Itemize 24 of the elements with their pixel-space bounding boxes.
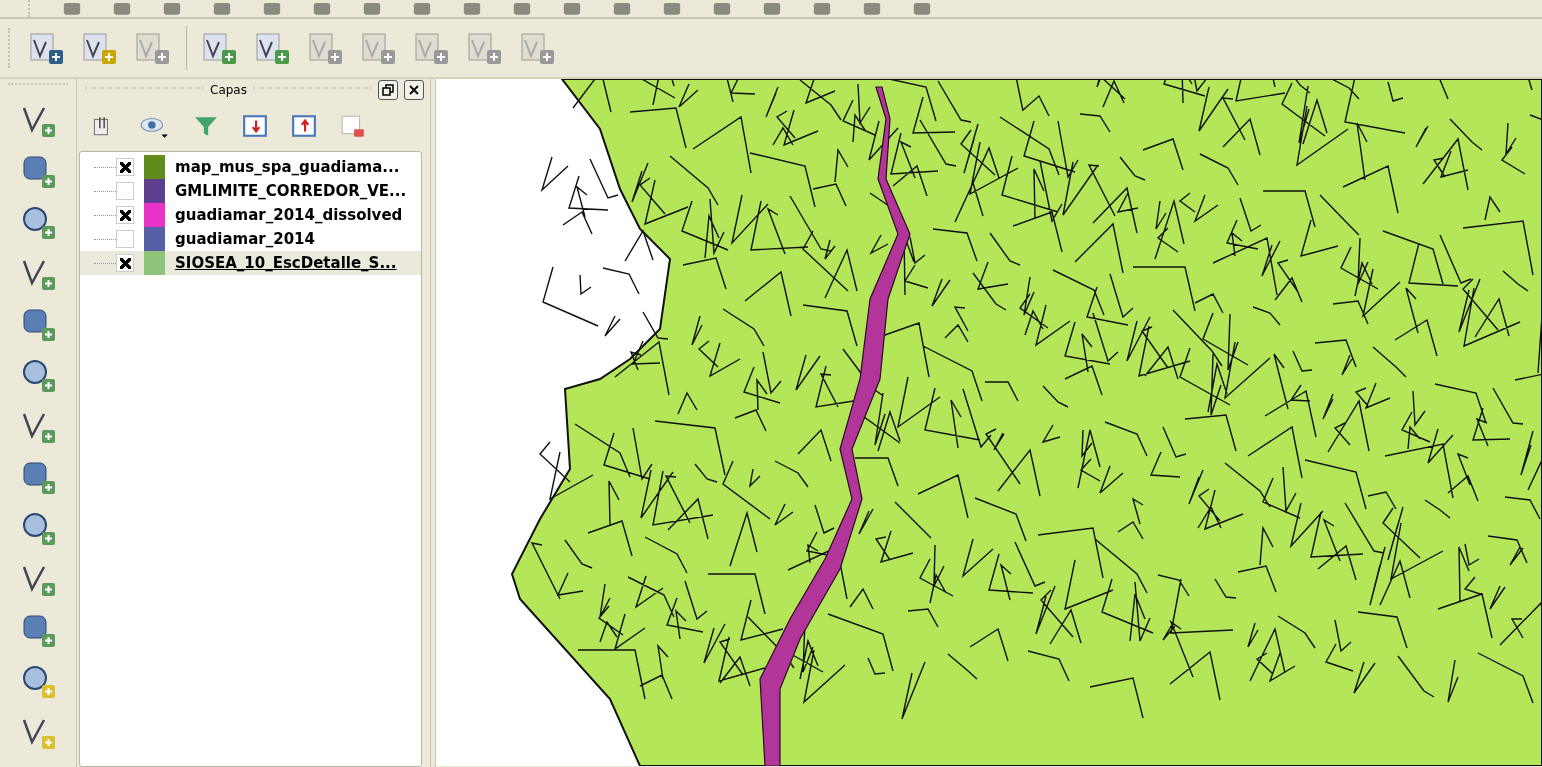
layer-checkbox[interactable]	[116, 182, 134, 200]
layer-row[interactable]: GMLIMITE_CORREDOR_VE...	[80, 179, 421, 203]
layer-name: SIOSEA_10_EscDetalle_S...	[175, 254, 397, 272]
panel-title: Capas	[210, 83, 247, 97]
layer-checkbox[interactable]	[116, 158, 134, 176]
layer-row[interactable]: guadiamar_2014	[80, 227, 421, 251]
map-drawing[interactable]	[436, 79, 1542, 766]
layer-row[interactable]: guadiamar_2014_dissolved	[80, 203, 421, 227]
restore-icon	[382, 84, 394, 96]
layer-name: GMLIMITE_CORREDOR_VE...	[175, 182, 407, 200]
layer-checkbox[interactable]	[116, 254, 134, 272]
layer-name: map_mus_spa_guadiama...	[175, 158, 400, 176]
layer-row[interactable]: SIOSEA_10_EscDetalle_S...	[80, 251, 421, 275]
collapse-icon[interactable]	[291, 113, 317, 139]
close-icon	[408, 84, 420, 96]
layer-name: guadiamar_2014_dissolved	[175, 206, 403, 224]
layer-name: guadiamar_2014	[175, 230, 315, 248]
layer-checkbox[interactable]	[116, 206, 134, 224]
layer-row[interactable]: map_mus_spa_guadiama...	[80, 155, 421, 179]
layer-checkbox[interactable]	[116, 230, 134, 248]
expand-icon[interactable]	[242, 113, 268, 139]
close-button[interactable]	[404, 80, 424, 100]
float-button[interactable]	[378, 80, 398, 100]
remove-icon[interactable]	[340, 113, 366, 139]
